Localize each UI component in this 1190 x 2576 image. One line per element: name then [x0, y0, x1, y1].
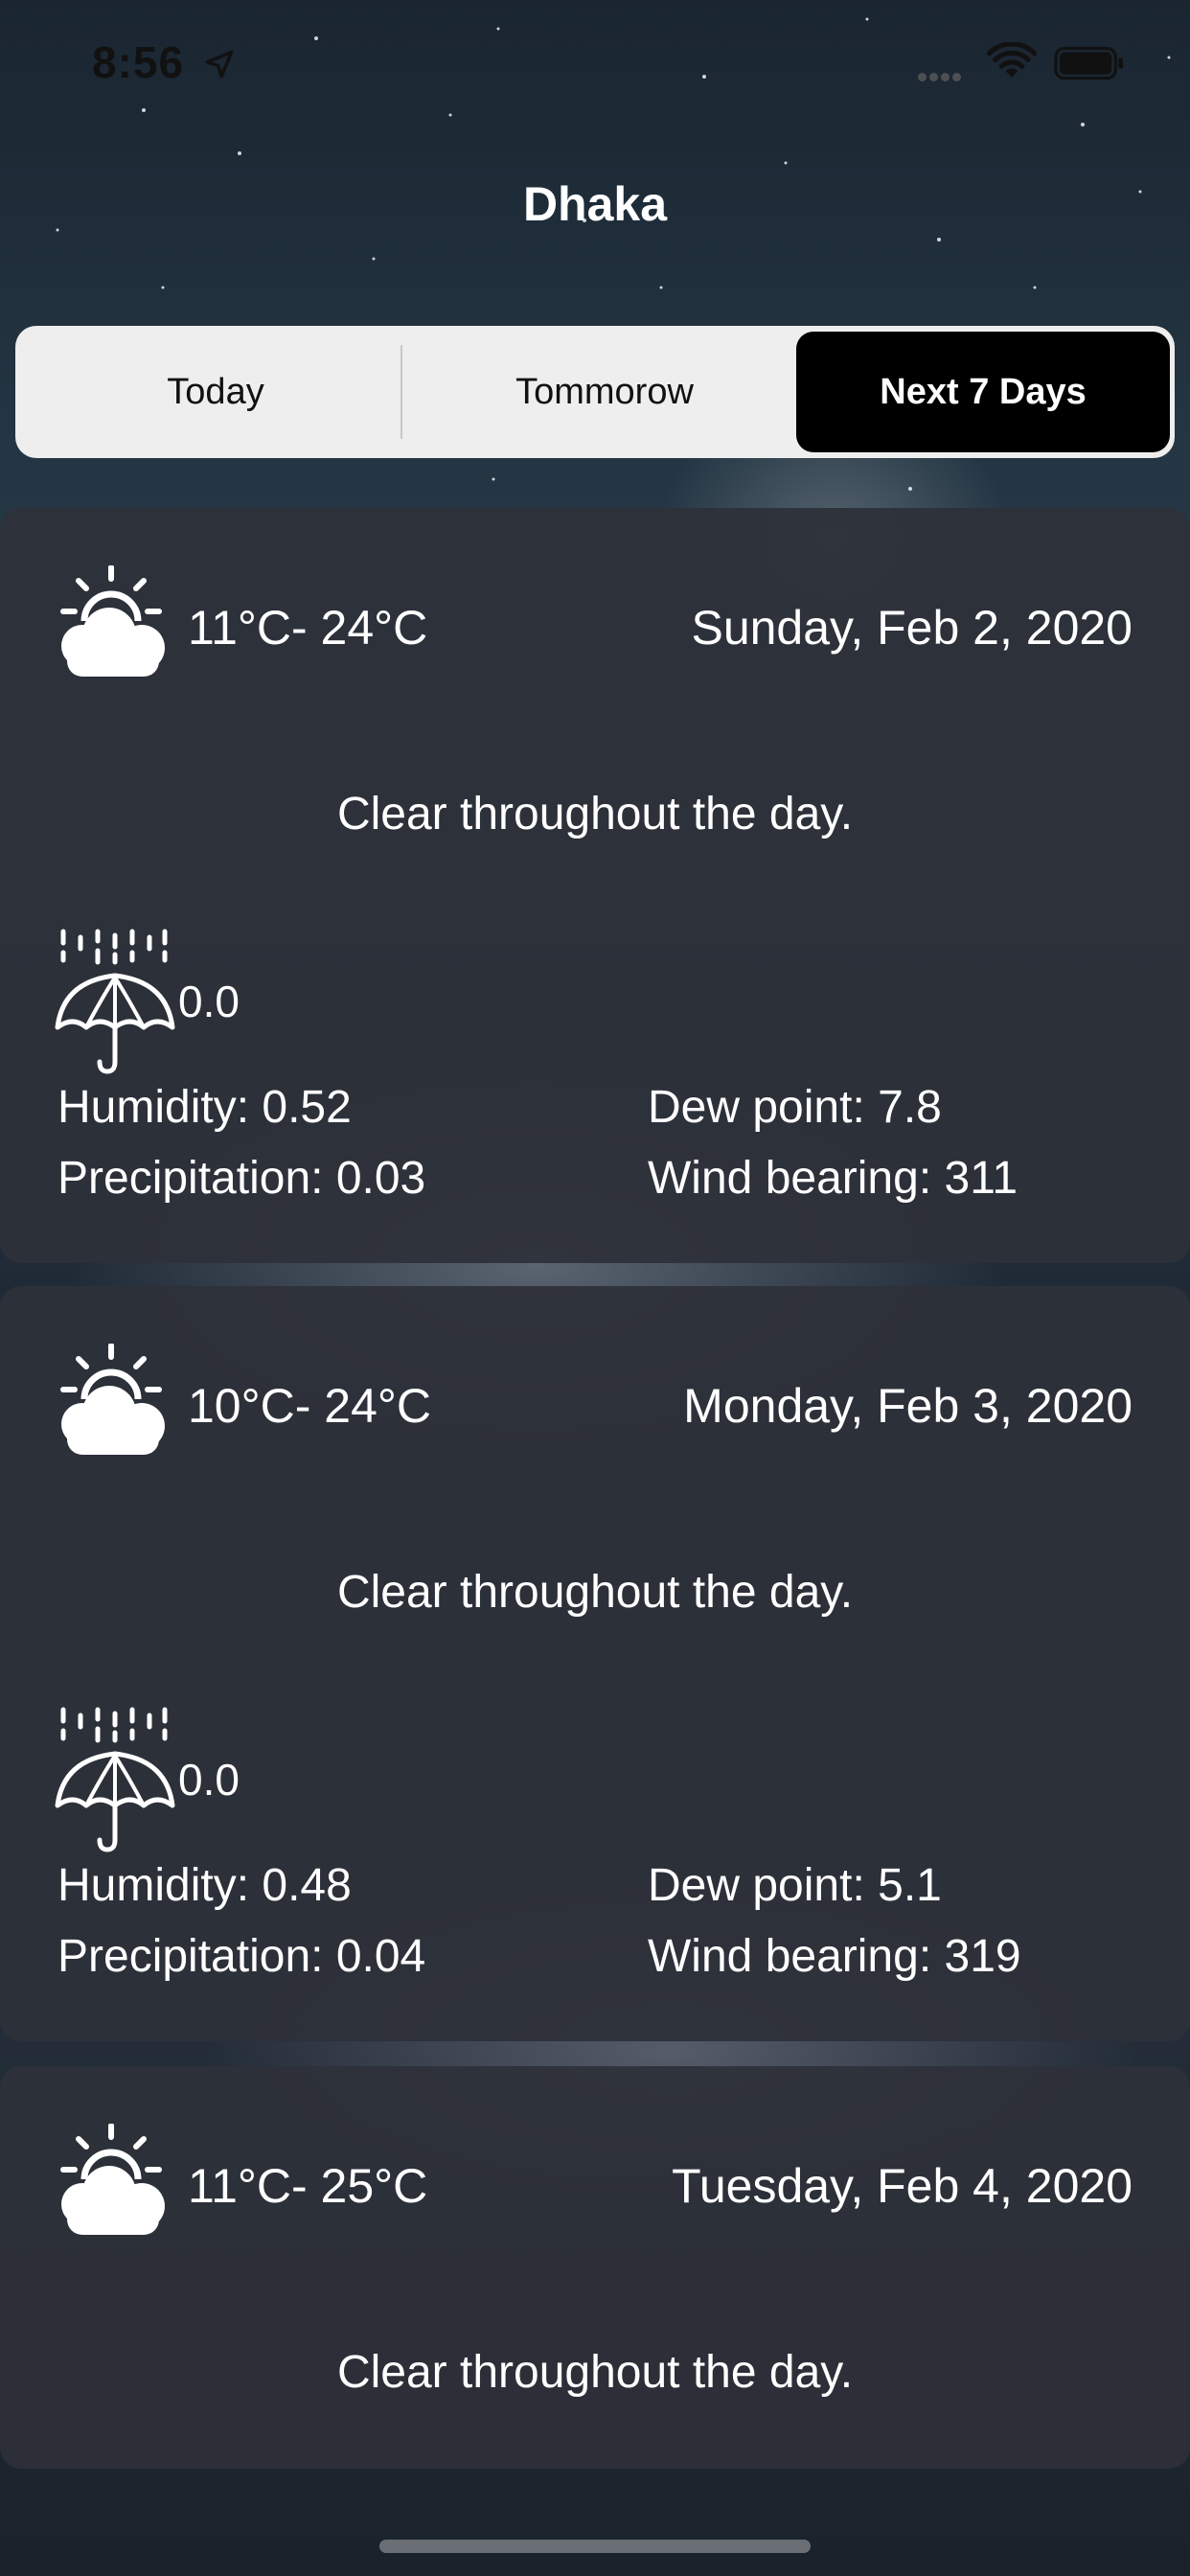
location-arrow-icon — [205, 50, 234, 79]
temperature-range: 10°C- 24°C — [188, 1379, 431, 1433]
humidity-label: Humidity: 0.52 — [57, 1082, 352, 1133]
weather-summary: Clear throughout the day. — [336, 1567, 854, 1618]
partly-cloudy-day-icon — [60, 1344, 165, 1455]
wifi-icon — [987, 42, 1037, 78]
city-title: Dhaka — [522, 177, 668, 231]
rain-chance-value: 0.0 — [178, 977, 240, 1026]
signal-icon — [918, 69, 964, 86]
forecast-date: Tuesday, Feb 4, 2020 — [672, 2159, 1133, 2213]
humidity-label: Humidity: 0.48 — [57, 1860, 352, 1911]
segment-today[interactable]: Today — [29, 332, 402, 452]
umbrella-rain-icon — [55, 1707, 175, 1852]
weather-summary: Clear throughout the day. — [336, 2347, 854, 2398]
forecast-segmented-control: Today Tommorow Next 7 Days — [15, 326, 1175, 458]
partly-cloudy-day-icon — [60, 2124, 165, 2235]
temperature-range: 11°C- 25°C — [188, 2159, 428, 2213]
forecast-card[interactable]: 10°C- 24°C Monday, Feb 3, 2020 Clear thr… — [0, 1286, 1190, 2041]
forecast-card[interactable]: 11°C- 25°C Tuesday, Feb 4, 2020 Clear th… — [0, 2066, 1190, 2469]
precipitation-label: Precipitation: 0.03 — [57, 1153, 426, 1204]
status-bar: 8:56 — [0, 0, 1190, 126]
rain-chance-value: 0.0 — [178, 1755, 240, 1805]
status-time: 8:56 — [92, 37, 185, 87]
segment-next-7-days[interactable]: Next 7 Days — [796, 332, 1170, 452]
forecast-date: Monday, Feb 3, 2020 — [683, 1379, 1133, 1433]
wind-bearing-label: Wind bearing: 319 — [648, 1931, 1021, 1982]
umbrella-rain-icon — [55, 929, 175, 1074]
temperature-range: 11°C- 24°C — [188, 601, 428, 655]
partly-cloudy-day-icon — [60, 565, 165, 677]
segment-tomorrow[interactable]: Tommorow — [418, 332, 791, 452]
dew-point-label: Dew point: 7.8 — [648, 1082, 942, 1133]
battery-icon — [1054, 46, 1124, 80]
segment-divider — [400, 345, 402, 439]
forecast-date: Sunday, Feb 2, 2020 — [691, 601, 1133, 655]
weather-summary: Clear throughout the day. — [336, 789, 854, 840]
wind-bearing-label: Wind bearing: 311 — [648, 1153, 1018, 1204]
home-indicator[interactable] — [379, 2540, 811, 2553]
dew-point-label: Dew point: 5.1 — [648, 1860, 942, 1911]
precipitation-label: Precipitation: 0.04 — [57, 1931, 426, 1982]
forecast-card[interactable]: 11°C- 24°C Sunday, Feb 2, 2020 Clear thr… — [0, 508, 1190, 1263]
